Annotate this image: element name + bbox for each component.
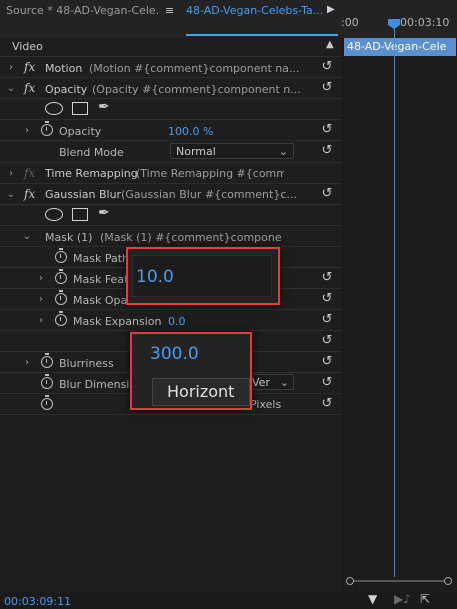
reset-icon[interactable]: ↺	[320, 355, 334, 369]
collapse-chevron-icon[interactable]: ⌄	[6, 82, 16, 95]
clip-bar[interactable]: 48-AD-Vegan-Cele	[344, 38, 456, 56]
effect-name-opacity: Opacity	[45, 83, 88, 96]
effect-name-motion: Motion	[45, 62, 83, 75]
ruler-time-mark: 00:03:10	[400, 16, 450, 29]
blur-dimensions-select[interactable]: Ver ⌄	[246, 374, 294, 390]
chevron-down-icon: ⌄	[279, 376, 289, 389]
opacity-value[interactable]: 100.0 %	[168, 125, 213, 138]
stopwatch-icon[interactable]	[41, 121, 53, 136]
filter-funnel-icon[interactable]: ▼	[368, 592, 377, 606]
callout-blurriness-value: 300.0	[150, 344, 199, 364]
reset-icon[interactable]: ↺	[320, 292, 334, 306]
effect-desc-time-remapping: (Time Remapping #{comm...	[136, 167, 284, 180]
stopwatch-icon[interactable]	[55, 269, 67, 284]
expand-chevron-icon[interactable]: ›	[36, 314, 46, 327]
stopwatch-icon[interactable]	[55, 311, 67, 326]
reset-icon[interactable]: ↺	[320, 81, 334, 95]
collapse-chevron-icon[interactable]: ⌄	[6, 188, 16, 201]
expand-chevron-icon[interactable]: ›	[6, 167, 16, 180]
mask-feather-label: Mask Feat	[73, 273, 126, 286]
reset-icon[interactable]: ↺	[320, 60, 334, 74]
tab-source[interactable]: Source * 48-AD-Vegan-Cele...	[6, 0, 158, 22]
mask-name: Mask (1)	[45, 231, 93, 244]
effect-desc-motion: (Motion #{comment}component na...	[89, 62, 300, 75]
stopwatch-icon[interactable]	[41, 374, 53, 389]
current-timecode[interactable]: 00:03:09:11	[4, 595, 71, 608]
reset-icon[interactable]: ↺	[320, 123, 334, 137]
reset-icon[interactable]: ↺	[320, 313, 334, 327]
expand-chevron-icon[interactable]: ›	[36, 272, 46, 285]
opacity-label: Opacity	[59, 125, 102, 138]
tab-effect-controls[interactable]: 48-AD-Vegan-Celebs-Ta...	[186, 0, 338, 22]
scroll-handle-left[interactable]	[346, 577, 354, 585]
blend-mode-select[interactable]: Normal ⌄	[170, 143, 294, 159]
expand-chevron-icon[interactable]: ›	[22, 356, 32, 369]
effect-desc-gaussian-blur: (Gaussian Blur #{comment}c...	[121, 188, 297, 201]
pen-tool-icon[interactable]: ✒	[98, 205, 110, 221]
effect-name-gaussian-blur: Gaussian Blur	[45, 188, 122, 201]
blur-dimensions-label: Blur Dimension	[59, 378, 133, 391]
hamburger-menu-icon[interactable]: ≡	[165, 4, 174, 17]
repeat-edge-pixels-label: Pixels	[250, 398, 282, 411]
playhead-line[interactable]	[394, 20, 395, 577]
rectangle-mask-icon[interactable]	[72, 102, 88, 115]
active-tab-underline	[186, 34, 338, 36]
blend-mode-value: Normal	[176, 145, 216, 158]
effect-desc-opacity: (Opacity #{comment}component n...	[92, 83, 301, 96]
stopwatch-icon[interactable]	[41, 395, 53, 410]
fx-icon[interactable]: fx	[24, 82, 35, 95]
expand-chevron-icon[interactable]: ›	[6, 61, 16, 74]
effect-name-time-remapping: Time Remapping	[45, 167, 138, 180]
ellipse-mask-icon[interactable]	[45, 208, 63, 221]
keyframe-timeline[interactable]	[343, 38, 457, 609]
rectangle-mask-icon[interactable]	[72, 208, 88, 221]
chevron-down-icon: ⌄	[278, 145, 288, 158]
callout-feather-value: 10.0	[136, 267, 174, 287]
scroll-handle-right[interactable]	[444, 577, 452, 585]
collapse-chevron-icon[interactable]: ⌄	[22, 230, 32, 243]
section-header-video: Video	[12, 40, 43, 53]
play-audio-icon[interactable]: ▶♪	[394, 592, 411, 606]
callout-blurriness: 300.0 Horizont	[130, 332, 252, 410]
fx-icon[interactable]: fx	[24, 61, 35, 74]
callout-dimension-value: Horizont	[167, 382, 235, 401]
expand-chevron-icon[interactable]: ›	[36, 293, 46, 306]
expand-panels-arrow-icon[interactable]: ▶	[327, 4, 335, 15]
mask-desc: (Mask (1) #{comment}component ...	[100, 231, 282, 244]
mask-expansion-value[interactable]: 0.0	[168, 315, 186, 328]
export-icon[interactable]: ⇱	[420, 592, 430, 606]
callout-dimension-box: Horizont	[152, 378, 250, 406]
collapse-up-icon[interactable]: ▲	[326, 39, 334, 50]
callout-mask-feather: 10.0	[126, 247, 280, 305]
stopwatch-icon[interactable]	[41, 353, 53, 368]
mask-opacity-label: Mask Opac	[73, 294, 126, 307]
reset-icon[interactable]: ↺	[320, 376, 334, 390]
blur-dimensions-value: Ver	[252, 376, 270, 389]
ruler-time-start: :00	[341, 16, 359, 29]
reset-icon[interactable]: ↺	[320, 187, 334, 201]
blurriness-label: Blurriness	[59, 357, 114, 370]
timeline-scrollbar[interactable]	[350, 580, 448, 582]
reset-icon[interactable]: ↺	[320, 271, 334, 285]
fx-icon[interactable]: fx	[24, 188, 35, 201]
fx-icon: fx	[24, 166, 36, 180]
reset-icon[interactable]: ↺	[320, 144, 334, 158]
ellipse-mask-icon[interactable]	[45, 102, 63, 115]
reset-icon[interactable]: ↺	[320, 334, 334, 348]
expand-chevron-icon[interactable]: ›	[22, 124, 32, 137]
mask-expansion-label: Mask Expansion	[73, 315, 162, 328]
stopwatch-icon[interactable]	[55, 248, 67, 263]
blend-mode-label: Blend Mode	[59, 146, 124, 159]
reset-icon[interactable]: ↺	[320, 397, 334, 411]
mask-path-label: Mask Path	[73, 252, 129, 265]
pen-tool-icon[interactable]: ✒	[98, 99, 110, 115]
stopwatch-icon[interactable]	[55, 290, 67, 305]
